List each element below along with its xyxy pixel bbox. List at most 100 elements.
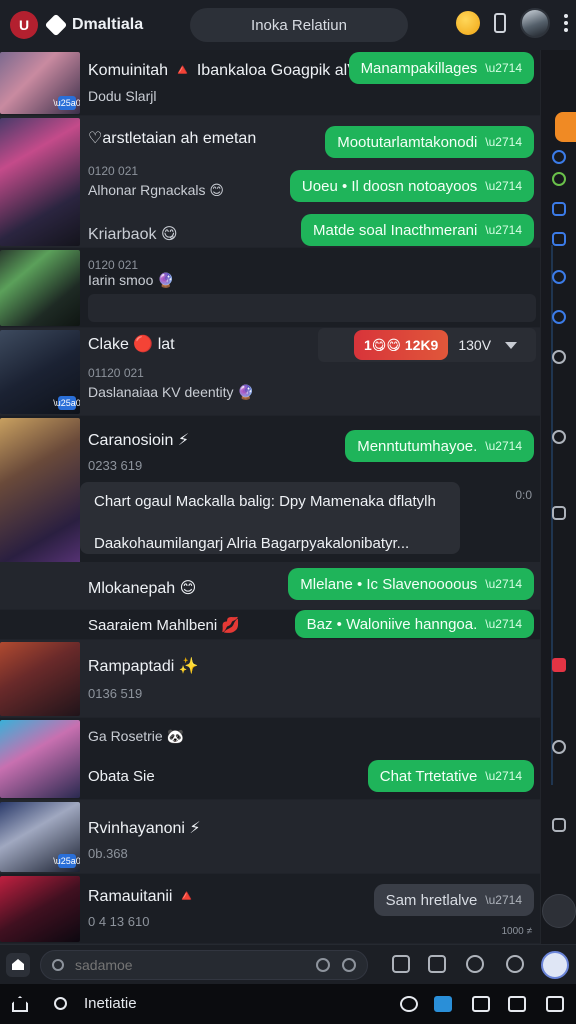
search-icon[interactable] [54,997,67,1010]
multitask-icon[interactable] [546,996,564,1012]
quoted-message[interactable]: Chart ogaul Mackalla balig: Dpy Mamenaka… [80,482,460,554]
phone-icon[interactable] [494,13,506,33]
message-bubble[interactable]: Mootutarlamtakonodi \u2714 [325,126,534,158]
chat-row[interactable]: \u25a0 Rvinhayanoni ⚡ 0b.368 [0,800,540,874]
bubble-text: Baz • Waloniive hanngoa. [306,615,478,633]
chat-title-pill[interactable]: Inoka Relatiun [190,8,408,42]
message-bubble[interactable]: Mlelane • Ic Slavenoooous \u2714 [288,568,534,600]
more-menu-icon[interactable] [564,14,568,32]
grid-icon[interactable] [508,996,526,1012]
right-rail [540,50,576,944]
message-bubble[interactable]: Baz • Waloniive hanngoa. \u2714 [294,610,534,638]
arrow-icon[interactable] [552,506,566,520]
message-preview: Kriarbaok 😋 [88,226,178,243]
message-preview: Ga Rosetrie 🐼 [88,728,185,744]
tag-icon[interactable] [552,818,566,832]
chat-row[interactable]: Saaraiem Mahlbeni 💋 Baz • Waloniive hann… [0,610,540,640]
heart-icon[interactable] [552,310,566,324]
reaction-bar[interactable]: 1😋😋 12K9 130V [318,328,536,362]
chat-thumbnail [0,118,80,246]
message-bubble[interactable]: Sam hretlalve \u2714 [373,884,534,916]
avatar[interactable] [520,8,550,38]
alert-icon[interactable] [552,658,566,672]
bubble-text: Uoeu • Il doosn notoayoos [301,177,478,195]
gallery-icon[interactable] [428,955,446,973]
notification-tab-icon[interactable] [555,112,576,142]
chat-list[interactable]: \u25a0 Komuinitah 🔺 Ibankaloa Goagpik al… [0,50,540,944]
bubble-text: Matde soal Inacthmerani [313,221,478,239]
timestamp: 0120 021 [88,258,139,272]
brand-label: Dmaltiala [72,16,144,33]
chat-row[interactable]: Mlokanepah 😊 Mlelane • Ic Slavenoooous \u… [0,562,540,610]
message-preview: Daslanaiaa KV deentity 🔮 [88,384,255,400]
sender-name: Obata Sie [88,768,155,785]
emoji-icon[interactable] [552,172,566,186]
message-bubble[interactable]: Manampakillages \u2714 [348,52,534,84]
sender-name: Saaraiem Mahlbeni 💋 [88,617,241,634]
sticker-icon[interactable] [466,955,484,973]
chat-row[interactable]: \u25a0 Clake 🔴 lat 01120 021 Daslanaiaa … [0,328,540,416]
message-bubble[interactable]: Uoeu • Il doosn notoayoos \u2714 [289,170,534,202]
badge-icon: \u25a0 [53,96,80,110]
chat-thumbnail: \u25a0 [0,802,80,872]
bubble-text: Mootutarlamtakonodi [337,133,478,151]
bubble-text: Manampakillages [360,59,478,77]
app-logo-letter: U [18,17,30,33]
check-icon: \u2714 [485,179,522,193]
chat-row[interactable]: Rampaptadi ✨ 0136 519 [0,640,540,718]
voice-timer: 0:0 [515,488,532,502]
app-icon[interactable] [434,996,452,1012]
camera-icon[interactable] [342,958,356,972]
home-icon[interactable] [6,953,30,977]
circle-icon[interactable] [552,740,566,754]
chat-row[interactable]: \u25a0 Komuinitah 🔺 Ibankaloa Goagpik al… [0,50,540,116]
sender-name: Komuinitah 🔺 Ibankaloa Goagpik alV [88,62,358,79]
nav-label: Inetiatie [84,995,137,1012]
message-preview: Iarin smoo 🔮 [88,272,175,288]
reaction-count: 130V [458,337,492,353]
badge-icon: \u25a0 [53,854,80,868]
chevron-down-icon[interactable] [505,341,518,349]
reaction-pill[interactable]: 1😋😋 12K9 [354,330,449,360]
chat-thumbnail [0,250,80,326]
collapsed-reply[interactable] [88,294,536,322]
square-icon[interactable] [552,202,566,216]
chat-thumbnail [0,876,80,942]
check-icon: \u2714 [485,577,522,591]
search-icon [52,959,64,971]
message-bubble[interactable]: Chat Trtetative \u2714 [367,760,534,792]
quote-line: Chart ogaul Mackalla balig: Dpy Mamenaka… [94,493,436,510]
emoji-icon[interactable] [456,11,480,35]
top-actions [456,8,568,38]
bubble-text: Chat Trtetative [379,767,478,785]
chat-thumbnail [0,642,80,716]
chat-row[interactable]: 0120 021 Iarin smoo 🔮 [0,248,540,328]
clock-icon[interactable] [316,958,330,972]
chat-row[interactable]: Ramauitanii 🔺 0 4 13 610 Sam hretlalve \u… [0,874,540,944]
top-bar: U Dmaltiala Inoka Relatiun [0,0,576,50]
chat-row[interactable]: Ga Rosetrie 🐼 Obata Sie Chat Trtetative \… [0,718,540,800]
check-icon: \u2714 [485,893,522,907]
bookmark-icon[interactable] [552,232,566,246]
scroll-down-button[interactable] [542,894,576,928]
sender-name: Rampaptadi ✨ [88,658,199,675]
emoji-picker-button[interactable] [541,951,569,979]
sender-name: Rvinhayanoni ⚡ [88,820,201,837]
gif-icon[interactable] [506,955,524,973]
mute-icon[interactable] [552,350,566,364]
check-icon: \u2714 [485,617,522,631]
compose-bar [0,944,576,984]
message-bubble[interactable]: Menntutumhayoe. \u2714 [345,430,534,462]
chat-row[interactable]: ♡arstletaian ah emetan 0120 021 Alhonar … [0,116,540,248]
home-icon[interactable] [12,996,28,1012]
refresh-icon[interactable] [552,150,566,164]
image-icon[interactable] [392,955,410,973]
sender-name: Ramauitanii 🔺 [88,888,197,905]
window-icon[interactable] [472,996,490,1012]
bubble-text: Mlelane • Ic Slavenoooous [300,575,478,593]
circle-icon[interactable] [552,270,566,284]
settings-icon[interactable] [400,996,418,1012]
app-logo-icon[interactable]: U [10,11,38,39]
cloud-icon[interactable] [552,430,566,444]
message-bubble[interactable]: Matde soal Inacthmerani \u2714 [301,214,534,246]
